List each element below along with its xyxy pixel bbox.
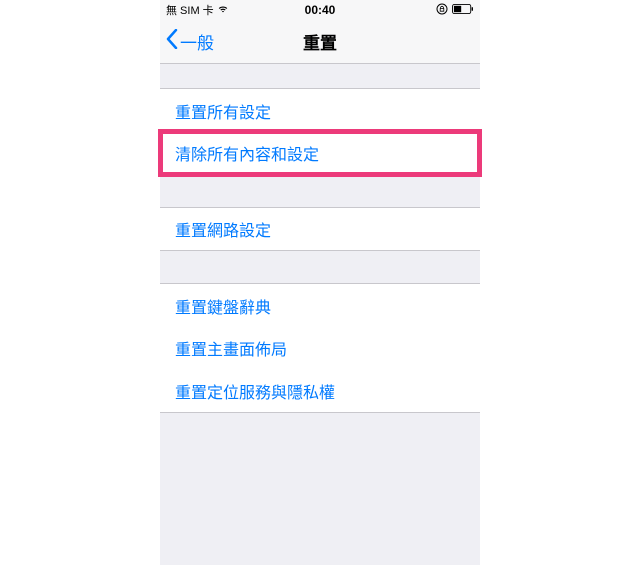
- back-button[interactable]: 一般: [160, 29, 214, 54]
- orientation-lock-icon: [436, 3, 448, 18]
- status-left: 無 SIM 卡: [166, 2, 228, 18]
- wifi-icon: [218, 4, 228, 16]
- item-label: 重置定位服務與隱私權: [175, 379, 335, 403]
- back-button-label: 一般: [180, 29, 214, 54]
- reset-home-screen-layout[interactable]: 重置主畫面佈局: [160, 326, 480, 370]
- settings-list: 重置所有設定 清除所有內容和設定 重置網路設定 重置鍵盤辭典 重置主畫面佈局 重…: [160, 64, 480, 413]
- item-label: 清除所有內容和設定: [175, 141, 319, 165]
- status-right: [436, 3, 474, 18]
- reset-all-settings[interactable]: 重置所有設定: [160, 88, 480, 132]
- item-label: 重置網路設定: [175, 217, 271, 241]
- group-separator: [160, 64, 480, 88]
- reset-network-settings[interactable]: 重置網路設定: [160, 207, 480, 251]
- group-separator: [160, 251, 480, 283]
- group-separator: [160, 175, 480, 207]
- status-time: 00:40: [305, 3, 336, 17]
- carrier-text: 無 SIM 卡: [166, 2, 214, 18]
- item-label: 重置主畫面佈局: [175, 336, 287, 360]
- device-frame: 無 SIM 卡 00:40 一般 重置 重置所有設定: [160, 0, 480, 565]
- battery-icon: [452, 4, 474, 17]
- status-bar: 無 SIM 卡 00:40: [160, 0, 480, 20]
- reset-keyboard-dictionary[interactable]: 重置鍵盤辭典: [160, 283, 480, 327]
- page-title: 重置: [303, 29, 337, 54]
- item-label: 重置鍵盤辭典: [175, 294, 271, 318]
- item-label: 重置所有設定: [175, 99, 271, 123]
- chevron-left-icon: [166, 29, 180, 54]
- erase-all-content-and-settings[interactable]: 清除所有內容和設定: [160, 131, 480, 175]
- navigation-bar: 一般 重置: [160, 20, 480, 64]
- reset-location-and-privacy[interactable]: 重置定位服務與隱私權: [160, 369, 480, 413]
